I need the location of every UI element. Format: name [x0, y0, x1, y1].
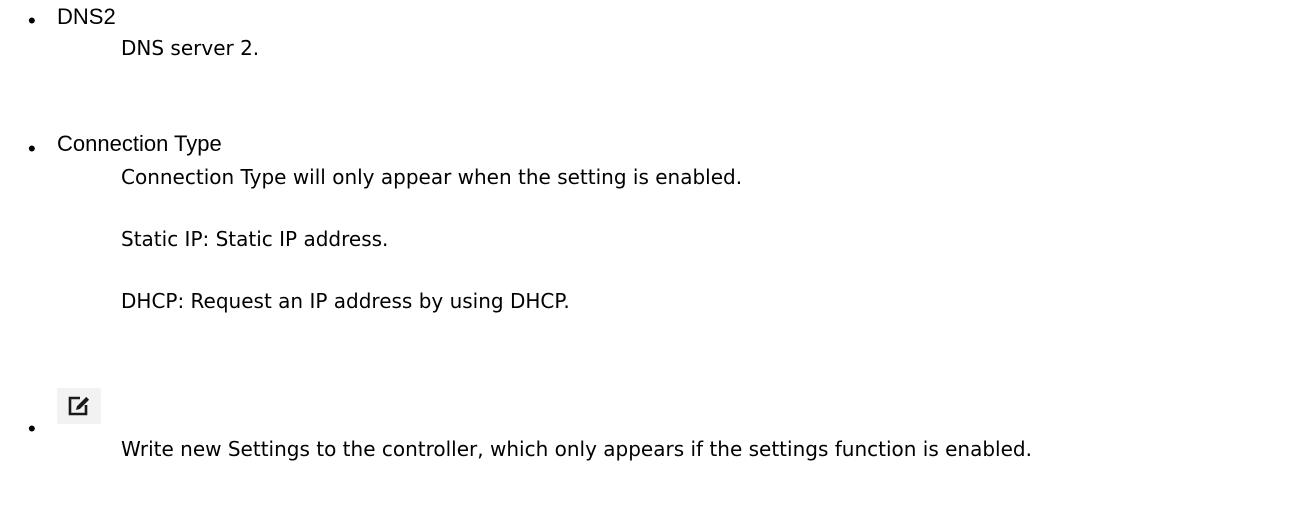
description-dhcp: DHCP: Request an IP address by using DHC…	[121, 289, 570, 313]
description-connection-type: Connection Type will only appear when th…	[121, 165, 743, 189]
edit-icon	[68, 396, 90, 416]
bullet: •	[28, 8, 36, 33]
term-connection-type: Connection Type	[57, 131, 222, 156]
bullet: •	[28, 416, 36, 441]
description-dns2: DNS server 2.	[121, 36, 260, 60]
edit-settings-button[interactable]	[57, 388, 101, 424]
description-static-ip: Static IP: Static IP address.	[121, 227, 389, 251]
term-dns2: DNS2	[57, 4, 116, 29]
document-body: • DNS2 DNS server 2. • Connection Type C…	[0, 0, 1313, 528]
bullet: •	[28, 136, 36, 161]
description-write-settings: Write new Settings to the controller, wh…	[121, 437, 1032, 461]
